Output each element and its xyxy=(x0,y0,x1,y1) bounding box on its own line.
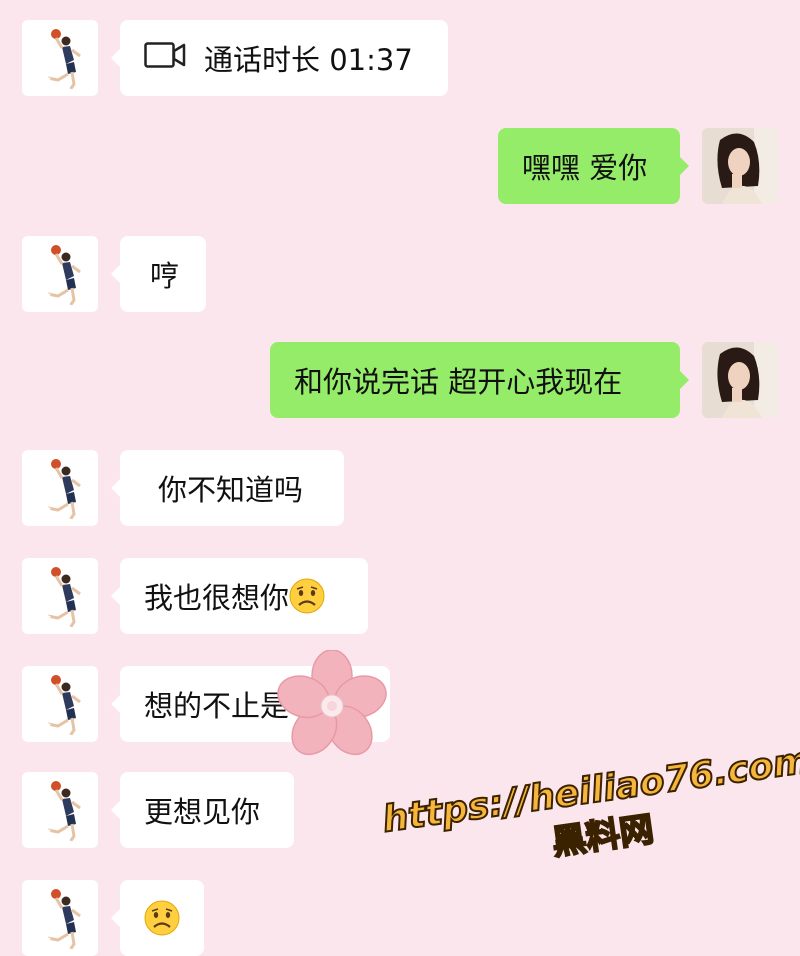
sad-face-emoji-icon xyxy=(289,578,325,614)
message-text: 我也很想你 xyxy=(144,581,290,615)
video-call-icon xyxy=(144,41,186,75)
incoming-message[interactable] xyxy=(111,880,204,956)
message-row: 通话时长 01:37 xyxy=(0,20,800,96)
call-duration-text: 通话时长 01:37 xyxy=(204,43,413,77)
message-row: 想的不止是 xyxy=(0,666,800,742)
contact-avatar[interactable] xyxy=(22,236,98,312)
outgoing-message[interactable]: 和你说完话 超开心我现在 xyxy=(270,342,689,418)
message-text: 想的不止是 xyxy=(144,689,290,723)
contact-avatar[interactable] xyxy=(22,450,98,526)
sad-face-emoji-icon xyxy=(144,900,180,936)
message-text: 哼 xyxy=(150,259,180,293)
outgoing-message[interactable]: 嘿嘿 爱你 xyxy=(498,128,689,204)
incoming-message[interactable]: 你不知道吗 xyxy=(111,450,344,526)
message-text: 你不知道吗 xyxy=(158,473,304,507)
message-row: 和你说完话 超开心我现在 xyxy=(0,342,800,418)
user-avatar[interactable] xyxy=(702,128,778,204)
contact-avatar[interactable] xyxy=(22,558,98,634)
contact-avatar[interactable] xyxy=(22,20,98,96)
video-call-bubble[interactable]: 通话时长 01:37 xyxy=(111,20,448,96)
contact-avatar[interactable] xyxy=(22,880,98,956)
incoming-message[interactable]: 哼 xyxy=(111,236,206,312)
message-row: 我也很想你 xyxy=(0,558,800,634)
message-text: 和你说完话 超开心我现在 xyxy=(294,365,623,399)
message-row: 嘿嘿 爱你 xyxy=(0,128,800,204)
contact-avatar[interactable] xyxy=(22,666,98,742)
incoming-message[interactable]: 我也很想你 xyxy=(111,558,368,634)
message-row xyxy=(0,880,800,956)
watermark: https://heiliao76.com 黑料网 xyxy=(379,739,800,887)
contact-avatar[interactable] xyxy=(22,772,98,848)
user-avatar[interactable] xyxy=(702,342,778,418)
incoming-message[interactable]: 更想见你 xyxy=(111,772,294,848)
message-text: 更想见你 xyxy=(144,795,261,829)
message-row: 你不知道吗 xyxy=(0,450,800,526)
message-row: 哼 xyxy=(0,236,800,312)
flower-sticker-icon xyxy=(277,650,387,756)
message-text: 嘿嘿 爱你 xyxy=(522,151,648,185)
